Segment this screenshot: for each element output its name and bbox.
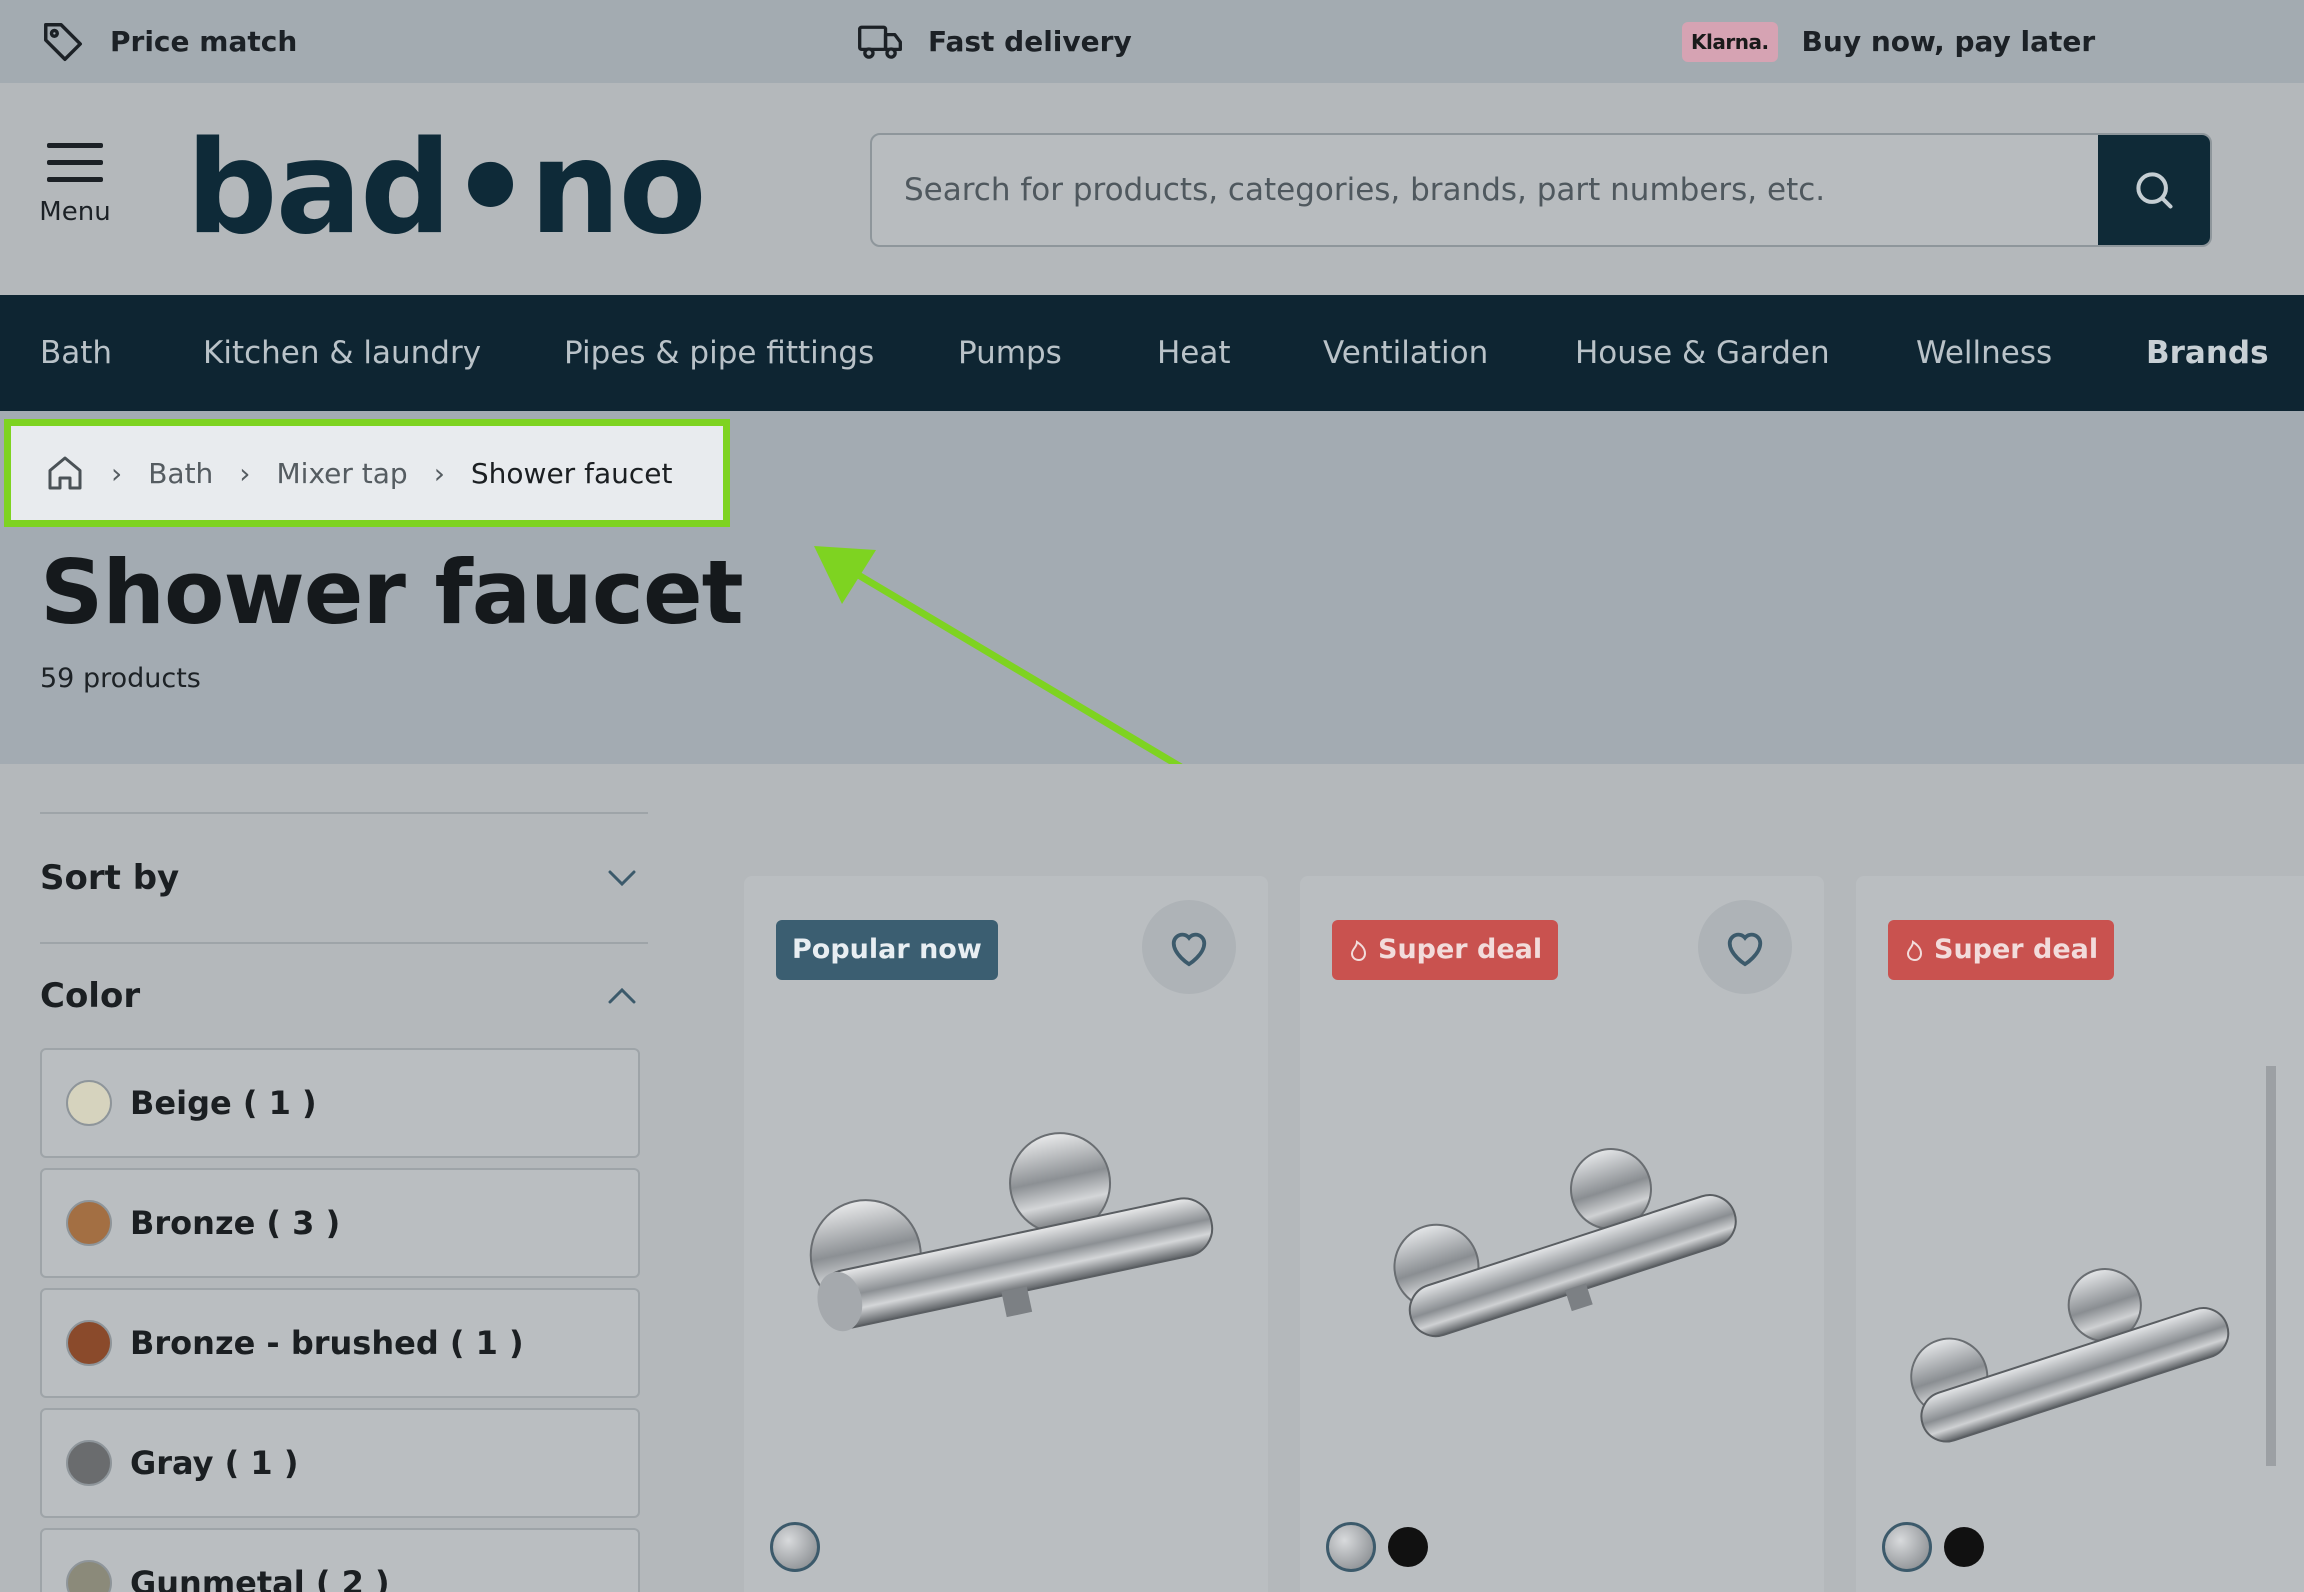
- heart-icon: [1171, 932, 1207, 967]
- nav-item-heat[interactable]: Heat: [1157, 295, 1231, 411]
- main-content: Sort by Color Beige ( 1 ) Bronze ( 3 ) B…: [0, 764, 2304, 1592]
- color-option-beige[interactable]: Beige ( 1 ): [40, 1048, 640, 1158]
- chevron-down-icon: [608, 870, 636, 887]
- promo-klarna[interactable]: Klarna. Buy now, pay later: [1682, 0, 2095, 83]
- page-title: Shower faucet: [40, 541, 744, 644]
- color-option-label: Gray ( 1 ): [130, 1444, 299, 1482]
- color-swatch: [66, 1080, 112, 1126]
- nav-item-brands[interactable]: Brands: [2146, 295, 2269, 411]
- search-input[interactable]: [872, 135, 2100, 245]
- heart-icon: [1727, 932, 1763, 967]
- chevron-right-icon: ›: [433, 456, 445, 490]
- promo-fast-delivery-label: Fast delivery: [928, 25, 1132, 58]
- site-header: Menu bad•no: [0, 83, 2304, 295]
- menu-button[interactable]: Menu: [38, 141, 112, 227]
- color-filter[interactable]: Color: [40, 942, 648, 1048]
- super-deal-badge: Super deal: [1888, 920, 2115, 980]
- hamburger-icon: [47, 143, 103, 182]
- nav-item-bath[interactable]: Bath: [40, 295, 112, 411]
- black-swatch[interactable]: [1944, 1527, 1984, 1567]
- color-option-label: Beige ( 1 ): [130, 1084, 317, 1122]
- super-deal-badge: Super deal: [1332, 920, 1559, 980]
- home-icon[interactable]: [45, 453, 85, 493]
- nav-item-pumps[interactable]: Pumps: [958, 295, 1062, 411]
- chrome-swatch[interactable]: [1326, 1522, 1376, 1572]
- breadcrumb-item-current: Shower faucet: [470, 456, 673, 490]
- color-option-label: Bronze - brushed ( 1 ): [130, 1324, 524, 1362]
- search-button[interactable]: [2098, 135, 2210, 245]
- popular-badge: Popular now: [776, 920, 998, 980]
- product-card[interactable]: Super deal: [1300, 876, 1824, 1592]
- klarna-logo: Klarna.: [1682, 21, 1778, 62]
- favorite-button[interactable]: [1698, 900, 1792, 994]
- favorite-button[interactable]: [1142, 900, 1236, 994]
- nav-item-pipes[interactable]: Pipes & pipe fittings: [564, 295, 874, 411]
- breadcrumb-item-bath[interactable]: Bath: [148, 457, 213, 490]
- search-bar: [870, 133, 2212, 247]
- color-swatch: [66, 1320, 112, 1366]
- truck-icon: [858, 25, 902, 59]
- chrome-swatch[interactable]: [770, 1522, 820, 1572]
- price-tag-icon: [44, 22, 82, 61]
- promo-bar: Price match Fast delivery Klarna. Buy no…: [0, 0, 2304, 83]
- color-option-label: Gunmetal ( 2 ): [130, 1564, 390, 1592]
- nav-item-ventilation[interactable]: Ventilation: [1323, 295, 1488, 411]
- product-image[interactable]: [1876, 1026, 2304, 1466]
- color-option-gray[interactable]: Gray ( 1 ): [40, 1408, 640, 1518]
- product-swatches: [1882, 1522, 1984, 1572]
- chrome-swatch[interactable]: [1882, 1522, 1932, 1572]
- product-swatches: [1326, 1522, 1428, 1572]
- chevron-right-icon: ›: [239, 456, 251, 490]
- promo-fast-delivery[interactable]: Fast delivery: [856, 0, 1132, 83]
- product-image[interactable]: [1330, 1026, 1794, 1466]
- product-swatches: [770, 1522, 820, 1572]
- product-card[interactable]: Super deal: [1856, 876, 2304, 1592]
- chevron-right-icon: ›: [111, 456, 123, 490]
- color-label: Color: [40, 976, 141, 1016]
- promo-price-match-label: Price match: [110, 25, 298, 58]
- color-option-bronze[interactable]: Bronze ( 3 ): [40, 1168, 640, 1278]
- breadcrumb: › Bath › Mixer tap › Shower faucet: [4, 419, 730, 527]
- color-option-gunmetal[interactable]: Gunmetal ( 2 ): [40, 1528, 640, 1592]
- color-option-label: Bronze ( 3 ): [130, 1204, 341, 1242]
- product-image[interactable]: [774, 1026, 1238, 1466]
- nav-item-wellness[interactable]: Wellness: [1916, 295, 2052, 411]
- promo-buy-now-label: Buy now, pay later: [1801, 25, 2096, 58]
- search-icon: [2136, 172, 2173, 209]
- color-swatch: [66, 1440, 112, 1486]
- filter-sidebar: Sort by Color Beige ( 1 ) Bronze ( 3 ) B…: [40, 812, 648, 1592]
- chevron-up-icon: [608, 987, 636, 1004]
- product-count: 59 products: [40, 663, 201, 694]
- color-swatch: [66, 1200, 112, 1246]
- color-swatch: [66, 1560, 112, 1592]
- breadcrumb-item-mixer-tap[interactable]: Mixer tap: [277, 457, 408, 490]
- nav-item-kitchen-laundry[interactable]: Kitchen & laundry: [203, 295, 481, 411]
- nav-item-house-garden[interactable]: House & Garden: [1575, 295, 1830, 411]
- sort-by-filter[interactable]: Sort by: [40, 812, 648, 942]
- sort-by-label: Sort by: [40, 858, 180, 898]
- product-card[interactable]: Popular now: [744, 876, 1268, 1592]
- menu-label: Menu: [39, 197, 111, 227]
- color-option-bronze-brushed[interactable]: Bronze - brushed ( 1 ): [40, 1288, 640, 1398]
- super-deal-label: Super deal: [1934, 934, 2099, 965]
- flame-icon: [1350, 940, 1367, 962]
- black-swatch[interactable]: [1388, 1527, 1428, 1567]
- super-deal-label: Super deal: [1378, 934, 1543, 965]
- category-nav: Bath Kitchen & laundry Pipes & pipe fitt…: [0, 295, 2304, 411]
- promo-price-match[interactable]: Price match: [40, 0, 297, 83]
- flame-icon: [1906, 940, 1923, 962]
- site-logo[interactable]: bad•no: [186, 125, 706, 253]
